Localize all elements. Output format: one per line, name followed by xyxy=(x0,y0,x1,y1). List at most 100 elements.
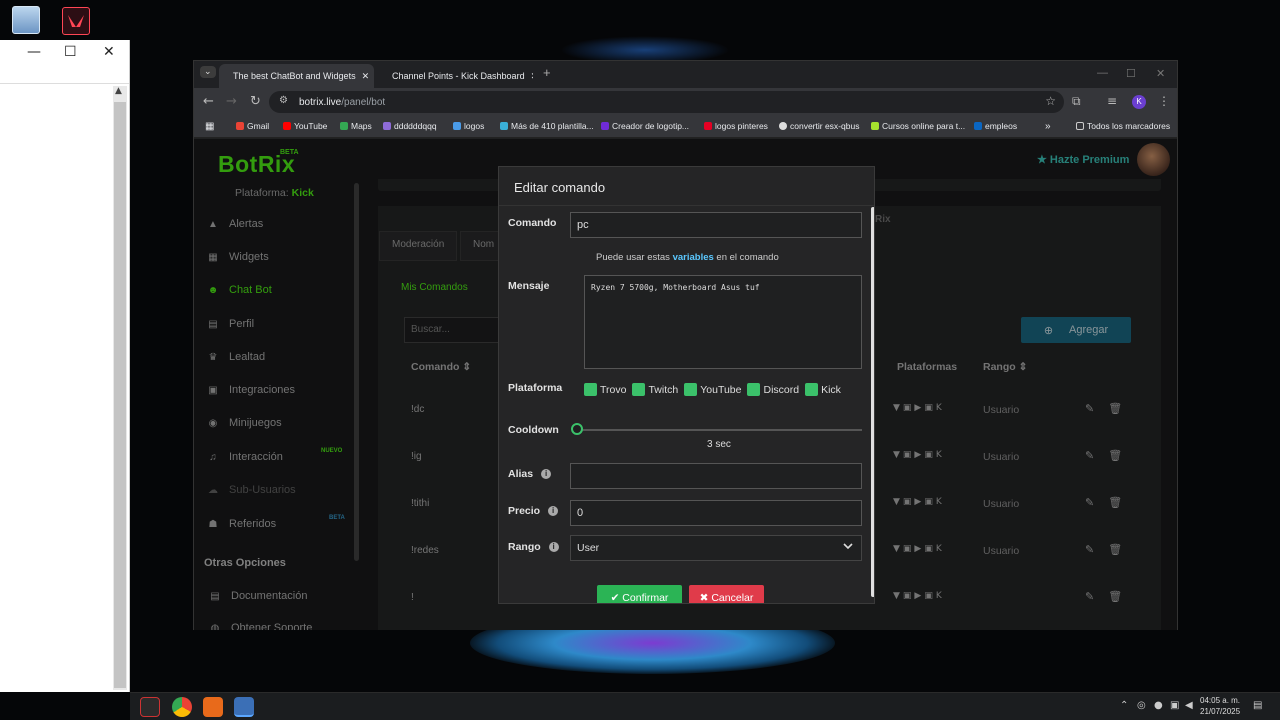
bookmark-label: Más de 410 plantilla... xyxy=(511,121,594,131)
scroll-up-icon[interactable]: ▲ xyxy=(115,86,122,96)
alias-input[interactable] xyxy=(570,463,862,489)
apps-icon[interactable]: ▦ xyxy=(205,121,214,132)
bookmark-label: Maps xyxy=(351,121,372,131)
forward-icon[interactable]: → xyxy=(226,94,237,109)
chrome-icon[interactable] xyxy=(172,697,192,717)
menu-icon[interactable]: ⋮ xyxy=(1158,94,1170,108)
checkbox-twitch[interactable]: Twitch xyxy=(632,383,678,396)
checkbox-icon xyxy=(632,383,646,396)
rango-select[interactable]: User xyxy=(570,535,862,561)
all-bookmarks[interactable]: Todos los marcadores xyxy=(1076,121,1170,131)
tab-close-icon[interactable]: ✕ xyxy=(362,71,370,82)
precio-label: Precio i xyxy=(508,505,559,517)
modal-scrollbar[interactable] xyxy=(871,207,874,597)
cooldown-label: Cooldown xyxy=(508,424,559,436)
checkbox-label: YouTube xyxy=(700,383,742,396)
bookmark-label: logos xyxy=(464,121,485,131)
cooldown-slider[interactable] xyxy=(576,429,862,431)
tab-close-icon[interactable]: ✕ xyxy=(531,71,533,82)
bookmark-maps[interactable]: Maps xyxy=(340,121,372,131)
scrollbar[interactable]: ▲ xyxy=(113,86,127,690)
plataforma-label: Plataforma xyxy=(508,382,563,394)
site-info-icon[interactable]: ⚙ xyxy=(279,95,288,106)
valorant-icon[interactable] xyxy=(62,7,90,35)
network-icon[interactable]: ▣ xyxy=(1170,700,1179,711)
mensaje-textarea[interactable]: Ryzen 7 5700g, Motherboard Asus tuf xyxy=(584,275,862,369)
media-controls-icon[interactable]: ≡ xyxy=(1107,94,1117,108)
back-icon[interactable]: ← xyxy=(203,94,214,109)
scrollbar-thumb[interactable] xyxy=(114,102,126,688)
address-bar[interactable]: ⚙ botrix.live/panel/bot ☆ xyxy=(269,91,1064,113)
page-content: BotRix BETA Plataforma: Kick ▲ Alertas ▦ W… xyxy=(194,139,1177,630)
checkbox-icon xyxy=(747,383,761,396)
info-icon[interactable]: i xyxy=(548,506,559,516)
comando-input[interactable]: pc xyxy=(570,212,862,238)
close-button[interactable]: ✕ xyxy=(1156,67,1165,80)
checkbox-icon xyxy=(805,383,819,396)
app-icon[interactable] xyxy=(140,697,160,717)
more-bookmarks-icon[interactable]: » xyxy=(1045,121,1051,132)
app-icon[interactable] xyxy=(203,697,223,717)
minimize-button[interactable]: — xyxy=(27,44,41,60)
precio-input[interactable]: 0 xyxy=(570,500,862,526)
reload-icon[interactable]: ↻ xyxy=(250,94,261,109)
tab-botrix[interactable]: The best ChatBot and Widgets ✕ xyxy=(219,64,374,88)
bookmark-plantillas[interactable]: Más de 410 plantilla... xyxy=(500,121,594,131)
bookmark-github[interactable]: convertir esx-qbus xyxy=(779,121,859,131)
volume-icon[interactable]: ◀ xyxy=(1185,700,1193,711)
rango-label-text: Rango xyxy=(508,541,541,553)
bookmark-logos[interactable]: logos xyxy=(453,121,484,131)
confirm-button[interactable]: ✔ Confirmar xyxy=(597,585,682,603)
close-button[interactable]: ✕ xyxy=(103,44,115,60)
side-window-titlebar: — ☐ ✕ xyxy=(0,40,129,84)
bookmark-label: ddddddqqq xyxy=(394,121,437,131)
precio-label-text: Precio xyxy=(508,505,541,517)
recycle-bin-icon[interactable] xyxy=(12,6,40,34)
variables-hint: Puede usar estas variables en el comando xyxy=(596,252,779,263)
new-tab-button[interactable]: + xyxy=(543,65,551,80)
info-icon[interactable]: i xyxy=(541,469,552,479)
variables-link[interactable]: variables xyxy=(673,252,714,263)
bookmarks-bar: ▦ Gmail YouTube Maps ddddddqqq logos Más… xyxy=(194,116,1177,138)
checkbox-label: Discord xyxy=(763,383,800,396)
tab-title: Channel Points - Kick Dashboard xyxy=(392,71,525,81)
checkbox-youtube[interactable]: YouTube xyxy=(684,383,741,396)
profile-avatar[interactable]: K xyxy=(1132,95,1146,109)
url-host: botrix.live xyxy=(299,96,342,108)
clock-date: 21/07/2025 xyxy=(1200,707,1241,716)
active-app-icon[interactable] xyxy=(234,697,254,717)
cooldown-value: 3 sec xyxy=(707,439,731,450)
tab-kick-dashboard[interactable]: Channel Points - Kick Dashboard ✕ xyxy=(378,64,533,88)
checkbox-icon xyxy=(584,383,597,396)
notifications-icon[interactable]: ▤ xyxy=(1253,700,1262,711)
microphone-icon[interactable]: ● xyxy=(1154,700,1163,711)
cooldown-slider-handle[interactable] xyxy=(571,423,583,435)
bookmark-youtube[interactable]: YouTube xyxy=(283,121,327,131)
maximize-button[interactable]: ☐ xyxy=(1126,67,1136,80)
checkbox-icon xyxy=(684,383,698,396)
bookmark-cursos[interactable]: Cursos online para t... xyxy=(871,121,965,131)
cancel-button[interactable]: ✖ Cancelar xyxy=(689,585,764,603)
bookmark-label: empleos xyxy=(985,121,1018,131)
bookmark-gmail[interactable]: Gmail xyxy=(236,121,269,131)
system-clock[interactable]: 04:05 a. m. 21/07/2025 xyxy=(1200,695,1240,717)
tray-chevron-icon[interactable]: ⌃ xyxy=(1120,700,1128,711)
checkbox-discord[interactable]: Discord xyxy=(747,383,799,396)
rango-label: Rango i xyxy=(508,541,559,553)
maximize-button[interactable]: ☐ xyxy=(64,44,77,60)
checkbox-trovo[interactable]: Trovo xyxy=(584,383,626,396)
bookmark-creador-logotipos[interactable]: Creador de logotip... xyxy=(601,121,689,131)
extensions-icon[interactable]: ⧉ xyxy=(1072,94,1081,109)
bookmark-logos-pinterest[interactable]: logos pinteres xyxy=(704,121,768,131)
bookmark-linkedin[interactable]: empleos xyxy=(974,121,1017,131)
checkbox-kick[interactable]: Kick xyxy=(805,383,841,396)
rango-selected-value: User xyxy=(577,542,600,554)
tray-icon[interactable]: ◎ xyxy=(1137,700,1146,711)
bookmark-label: convertir esx-qbus xyxy=(790,121,860,131)
bookmark-ddd[interactable]: ddddddqqq xyxy=(383,121,437,131)
tab-search-icon[interactable]: ⌄ xyxy=(200,66,216,78)
bookmark-star-icon[interactable]: ☆ xyxy=(1045,94,1056,108)
info-icon[interactable]: i xyxy=(548,542,559,552)
minimize-button[interactable]: — xyxy=(1097,67,1108,79)
hint-text: en el comando xyxy=(713,252,779,263)
